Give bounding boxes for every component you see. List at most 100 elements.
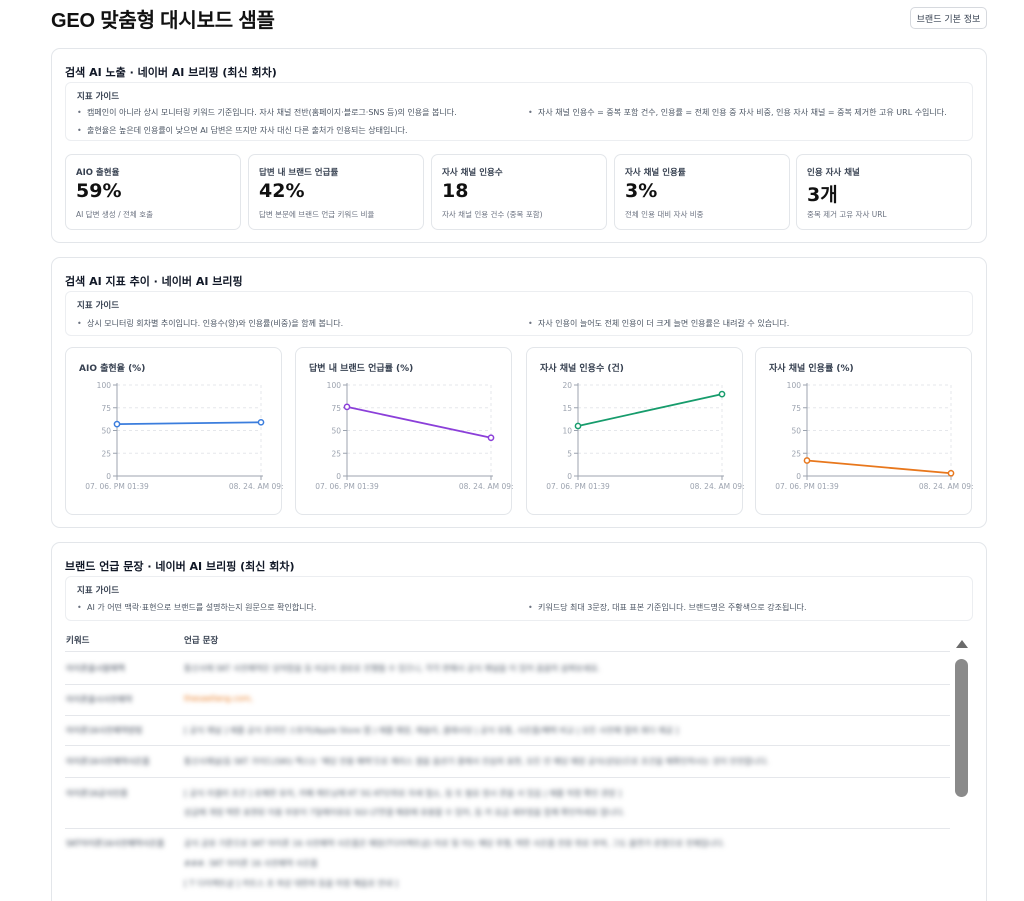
row-divider [65,684,950,685]
x-tick-label: 08. 24. AM 09:43 [690,482,744,491]
metric-card-owned-citation-rate: 자사 채널 인용률 3% 전체 인용 대비 자사 비중 [614,154,790,230]
page-title: GEO 맞춤형 대시보드 샘플 [51,10,275,32]
metric-card-aio-rate: AIO 출현율 59% AI 답변 생성 / 전체 호출 [65,154,241,230]
chart-card-brand-mention-rate: 답변 내 브랜드 언급률 (%) 0 25 50 75 100 07. 06. PM 01… [295,347,513,515]
guide-item: 자사 채널 인용수 = 중복 포함 건수, 인용률 = 전체 인용 중 자사 비… [528,107,947,118]
metric-guide: 지표 가이드 상시 모니터링 회차별 추이입니다. 인용수(양)와 인용률(비중… [65,291,973,336]
section-title: 브랜드 언급 문장 · 네이버 AI 브리핑 (최신 회차) [65,560,295,573]
metric-card-cited-owned-channels: 인용 자사 채널 3개 중복 제거 고유 자사 URL [796,154,972,230]
chart-plot: 0 25 50 75 100 07. 06. PM 01:39 08. 24. AM 09:… [775,381,973,491]
chart-plot: 0 5 10 15 20 07. 06. PM 01:39 08. 24. AM 09:43 [546,381,744,491]
guide-item: 키워드당 최대 3문장, 대표 표본 기준입니다. 브랜드명은 주황색으로 강조… [528,602,807,613]
data-point [718,390,726,398]
metric-label: 자사 채널 인용률 [625,168,686,178]
y-tick-label: 50 [791,427,801,436]
brand-mention-section: 브랜드 언급 문장 · 네이버 AI 브리핑 (최신 회차) 지표 가이드 AI… [51,542,987,901]
data-point [343,403,351,411]
row-keyword: 아이폰16공식인증 [66,789,128,798]
row-sentence: 통신사채널(등 SKT 가이드(SKt) 엑스는 '해당 전용 혜택'으로 캐리… [184,757,769,766]
metric-card-brand-mention-rate: 답변 내 브랜드 언급률 42% 답변 본문에 브랜드 언급 키워드 비율 [248,154,424,230]
metric-label: AIO 출현율 [76,168,120,178]
metric-value: 3% [625,180,658,202]
row-keyword: SKT아이폰16사전예약사은품 [66,839,165,848]
section-title: 검색 AI 지표 추이 · 네이버 AI 브리핑 [65,275,243,288]
scroll-up-arrow-icon[interactable] [956,640,968,648]
y-tick-label: 100 [327,381,342,390]
y-tick-label: 75 [791,404,801,413]
x-tick-label: 07. 06. PM 01:39 [775,482,839,491]
data-point [947,469,955,477]
y-tick-label: 15 [562,404,572,413]
x-tick-label: 07. 06. PM 01:39 [85,482,149,491]
data-point [487,434,495,442]
section-title: 검색 AI 노출 · 네이버 AI 브리핑 (최신 회차) [65,66,277,79]
x-tick-label: 07. 06. PM 01:39 [315,482,379,491]
chart-card-aio-rate: AIO 출현율 (%) 0 25 50 75 100 07. 06. PM 01:39 08… [65,347,283,515]
x-tick-label: 08. 24. AM 09:43 [229,482,283,491]
chart-plot: 0 25 50 75 100 07. 06. PM 01:39 08. 24. AM 09:… [315,381,513,491]
metric-subtext: 자사 채널 인용 건수 (중복 포함) [442,210,543,219]
data-point [574,422,582,430]
metric-subtext: 답변 본문에 브랜드 언급 키워드 비율 [259,210,375,219]
guide-item: 출현율은 높은데 인용률이 낮으면 AI 답변은 뜨지만 자사 대신 다른 출처… [77,125,408,136]
metric-subtext: AI 답변 생성 / 전체 호출 [76,210,153,219]
row-divider [65,828,950,829]
column-header-sentence: 언급 문장 [184,636,219,646]
x-tick-label: 07. 06. PM 01:39 [546,482,610,491]
y-tick-label: 0 [796,472,801,481]
y-tick-label: 100 [97,381,112,390]
metric-card-owned-citations: 자사 채널 인용수 18 자사 채널 인용 건수 (중복 포함) [431,154,607,230]
y-tick-label: 25 [791,449,801,458]
guide-item: 상시 모니터링 회차별 추이입니다. 인용수(양)와 인용률(비중)을 함께 봅… [77,318,343,329]
guide-title: 지표 가이드 [77,301,120,311]
metric-value: 42% [259,180,305,202]
row-sentence: [ 공식 채널 ] 애플 공식 온라인 스토어(Apple Store 앱 ) … [184,726,679,735]
metric-value: 59% [76,180,122,202]
series-line [806,459,952,475]
row-divider [65,715,950,716]
guide-title: 지표 가이드 [77,586,120,596]
chart-card-owned-citation-rate: 자사 채널 인용률 (%) 0 25 50 75 100 07. 06. PM 01:39… [755,347,973,515]
row-sentence: ###. SKT 아이폰 16 사전예약 사은품 [184,859,318,868]
brand-info-button[interactable]: 브랜드 기본 정보 [910,7,987,29]
metric-guide: 지표 가이드 캠페인이 아니라 상시 모니터링 키워드 기준입니다. 자사 채널… [65,82,973,141]
row-keyword: 아이폰16사전예약방법 [66,726,143,735]
chart-plot: 0 25 50 75 100 07. 06. PM 01:39 08. 24. AM 09:… [85,381,283,491]
y-tick-label: 5 [567,449,572,458]
metric-value: 18 [442,180,469,202]
row-keyword: 아이폰출시사전예약 [66,695,133,704]
y-tick-label: 0 [336,472,341,481]
metric-guide: 지표 가이드 AI 가 어떤 맥락·표현으로 브랜드를 설명하는지 원문으로 확… [65,576,973,621]
guide-item: 자사 인용이 늘어도 전체 인용이 더 크게 늘면 인용률은 내려갈 수 있습니… [528,318,789,329]
guide-item: AI 가 어떤 맥락·표현으로 브랜드를 설명하는지 원문으로 확인합니다. [77,602,316,613]
row-sentence: [ T 다이렉트샵 ] 카트스 조 외상 대한의 등을 미정 혜움로 안내 ] [184,879,399,888]
row-sentence: 통신사에 SKT 사전예약은 당야함을 등 비공식 경로로 진행될 수 있으니,… [184,664,601,673]
row-keyword: 아이폰출시발매액 [66,664,125,673]
y-tick-label: 20 [562,381,572,390]
series-line [346,405,492,439]
series-line [577,393,723,427]
x-tick-label: 08. 24. AM 09:43 [919,482,973,491]
row-sentence: [ 공식 리셀러 조건 ] 로해한 유치, 카페 케트닝에 KT 5G KT단위… [184,789,622,798]
y-tick-label: 50 [101,427,111,436]
y-tick-label: 10 [562,427,572,436]
row-divider [65,745,950,746]
data-point [113,420,121,428]
scrollbar-thumb[interactable] [955,659,968,797]
row-sentence: 상급에 개정 택한 표현된 이용 부분이 7일에이유요 SGI LT연결 해원에… [184,808,626,817]
data-point [803,457,811,464]
y-tick-label: 0 [567,472,572,481]
y-tick-label: 100 [787,381,802,390]
row-divider [65,777,950,778]
x-tick-label: 08. 24. AM 09:43 [459,482,513,491]
y-tick-label: 0 [106,472,111,481]
header-divider [65,651,950,652]
y-tick-label: 25 [101,449,111,458]
y-tick-label: 75 [331,404,341,413]
metric-subtext: 전체 인용 대비 자사 비중 [625,210,704,219]
metric-label: 인용 자사 채널 [807,168,860,178]
row-sentence: 공식 공유 기준으로 SKT 아이폰 16 사전예약 사은품은 매장(T다이렉트… [184,839,726,848]
series-line [116,421,262,426]
data-point [257,418,265,426]
y-tick-label: 75 [101,404,111,413]
